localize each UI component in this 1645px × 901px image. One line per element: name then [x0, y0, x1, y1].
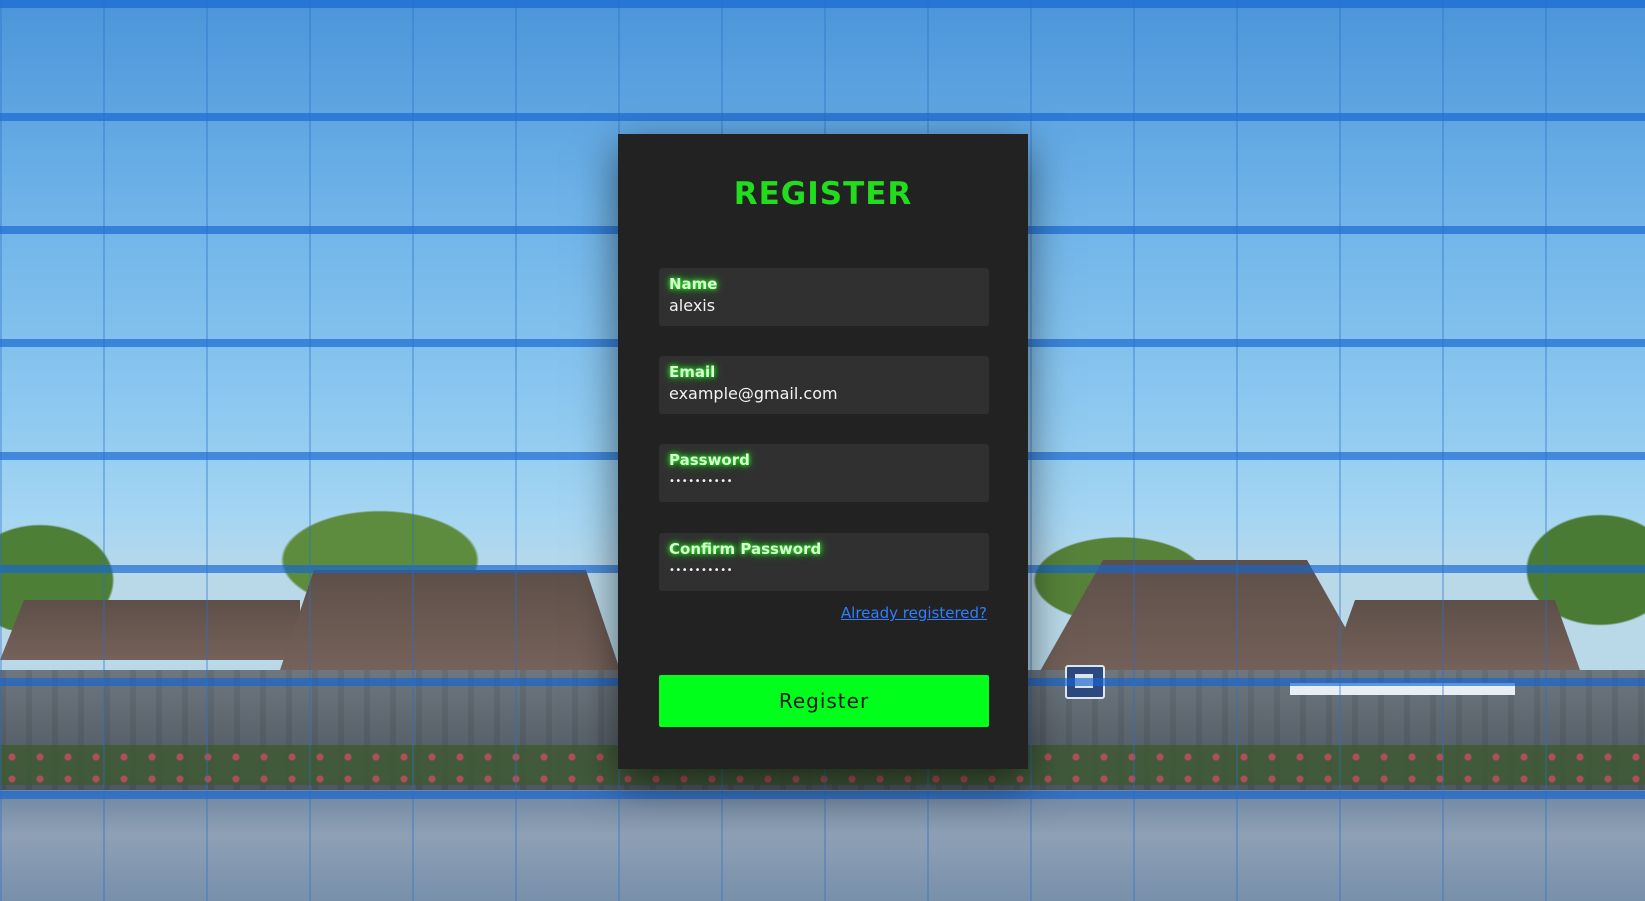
- name-field[interactable]: Name: [659, 268, 989, 326]
- already-registered-link[interactable]: Already registered?: [841, 604, 987, 622]
- email-field[interactable]: Email: [659, 356, 989, 414]
- confirm-password-label: Confirm Password: [669, 540, 822, 558]
- email-label: Email: [669, 363, 716, 381]
- confirm-password-field[interactable]: Confirm Password: [659, 533, 989, 591]
- register-title: REGISTER: [733, 176, 913, 212]
- name-input[interactable]: [669, 296, 979, 316]
- register-card: REGISTER Name Email Password Confirm Pas…: [618, 134, 1028, 769]
- password-field[interactable]: Password: [659, 444, 989, 502]
- confirm-password-input[interactable]: [669, 561, 979, 581]
- register-button[interactable]: Register: [659, 675, 989, 727]
- name-label: Name: [669, 275, 718, 293]
- password-input[interactable]: [669, 472, 979, 492]
- password-label: Password: [669, 451, 750, 469]
- email-input[interactable]: [669, 384, 979, 404]
